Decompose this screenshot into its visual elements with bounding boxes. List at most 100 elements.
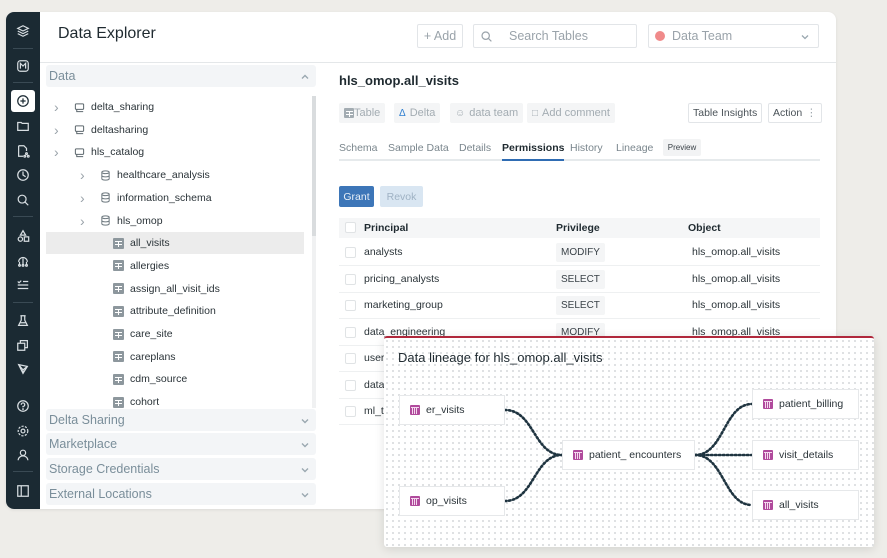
section-external-locations[interactable]: External Locations [46, 483, 316, 505]
network-icon[interactable] [11, 250, 35, 272]
section-delta-sharing[interactable]: Delta Sharing [46, 409, 316, 431]
chevron-right-icon[interactable]: › [54, 99, 62, 115]
m-badge-icon[interactable] [11, 55, 35, 77]
chip-label: Table [354, 107, 381, 119]
chevron-right-icon[interactable]: › [80, 167, 88, 183]
tree-item-table[interactable]: attribute_definition [46, 300, 304, 322]
tab-details[interactable]: Details [459, 142, 491, 154]
lineage-node-er-visits[interactable]: er_visits [399, 395, 505, 425]
plus-circle-icon[interactable] [11, 90, 35, 112]
tab-schema[interactable]: Schema [339, 142, 378, 154]
grant-button[interactable]: Grant [339, 186, 374, 207]
section-storage-credentials[interactable]: Storage Credentials [46, 458, 316, 480]
tree-item-label: attribute_definition [130, 305, 216, 318]
database-icon [100, 215, 111, 226]
select-all-checkbox[interactable] [345, 222, 356, 233]
tree-item-label: care_site [130, 328, 173, 340]
tree-item-table[interactable]: assign_all_visit_ids [46, 278, 304, 300]
section-label: Marketplace [49, 437, 118, 451]
row-checkbox[interactable] [345, 300, 356, 311]
tree-item-catalog[interactable]: › deltasharing [46, 119, 304, 141]
checklist-icon[interactable] [11, 274, 35, 296]
column-object: Object [688, 222, 721, 234]
section-data-header[interactable]: Data [46, 65, 316, 87]
row-checkbox[interactable] [345, 247, 356, 258]
search-icon [481, 30, 492, 42]
row-checkbox[interactable] [345, 326, 356, 338]
logo-stack-icon[interactable] [11, 20, 35, 42]
rail-divider [13, 82, 33, 83]
user-icon[interactable] [11, 444, 35, 466]
row-checkbox[interactable] [345, 353, 356, 364]
clock-icon[interactable] [11, 164, 35, 186]
search-tables-input[interactable]: Search Tables [473, 24, 637, 48]
workspace-select[interactable]: Data Team [648, 24, 819, 48]
table-insights-button[interactable]: Table Insights [688, 103, 763, 123]
sidebar-toggle-icon[interactable] [11, 480, 35, 502]
table-icon [113, 396, 124, 408]
folder-icon[interactable] [11, 115, 35, 137]
row-checkbox[interactable] [345, 273, 356, 285]
scrollbar-thumb[interactable] [312, 96, 316, 236]
action-menu-button[interactable]: Action ⋮ [768, 103, 822, 123]
permissions-table-header: Principal Privilege Object [339, 218, 820, 238]
tab-lineage[interactable]: Lineage [616, 142, 653, 154]
user-icon: ☺ [455, 107, 466, 119]
node-label: patient_billing [779, 398, 844, 410]
tree-item-table[interactable]: care_site [46, 323, 304, 345]
column-principal: Principal [364, 222, 409, 234]
lineage-node-patient-encounters[interactable]: patient_ encounters [562, 440, 695, 470]
help-icon[interactable] [11, 395, 35, 417]
lineage-node-all-visits[interactable]: all_visits [752, 490, 859, 520]
tab-history[interactable]: History [570, 142, 603, 154]
search-icon[interactable] [11, 189, 35, 211]
chevron-down-icon [800, 31, 810, 41]
tree-item-schema[interactable]: › healthcare_analysis [46, 164, 304, 186]
lineage-node-patient-billing[interactable]: patient_billing [752, 389, 859, 419]
tab-permissions[interactable]: Permissions [502, 142, 565, 161]
table-row[interactable]: marketing_group SELECT hls_omop.all_visits [339, 293, 820, 319]
lineage-node-visit-details[interactable]: visit_details [752, 440, 859, 470]
shapes-icon[interactable] [11, 225, 35, 247]
tree-item-label: hls_omop [117, 214, 163, 227]
tree-item-label: deltasharing [91, 123, 149, 136]
add-comment-button[interactable]: □ Add comment [527, 103, 615, 123]
copy-icon[interactable] [11, 334, 35, 356]
file-share-icon[interactable] [11, 140, 35, 162]
add-button[interactable]: + Add [417, 24, 463, 48]
tree-item-table[interactable]: allergies [46, 255, 304, 277]
tree-item-catalog[interactable]: › delta_sharing [46, 96, 304, 118]
section-label: Data [49, 69, 76, 83]
lineage-node-op-visits[interactable]: op_visits [399, 486, 505, 516]
tree-item-table[interactable]: cdm_source [46, 368, 304, 390]
chevron-right-icon[interactable]: › [80, 213, 88, 229]
tab-sample-data[interactable]: Sample Data [388, 142, 449, 154]
tree-scrollbar[interactable] [312, 96, 316, 408]
revoke-button[interactable]: Revok [380, 186, 423, 207]
row-checkbox[interactable] [345, 406, 356, 417]
chip-owner[interactable]: ☺ data team [450, 103, 524, 123]
tree-item-schema[interactable]: › hls_omop [46, 210, 304, 232]
chevron-right-icon[interactable]: › [54, 144, 62, 160]
graph-icon[interactable] [11, 358, 35, 380]
object-cell: hls_omop.all_visits [688, 246, 780, 261]
section-marketplace[interactable]: Marketplace [46, 433, 316, 455]
catalog-icon [74, 102, 85, 113]
flask-icon[interactable] [11, 310, 35, 332]
chevron-right-icon[interactable]: › [54, 122, 62, 138]
chevron-down-icon [300, 439, 310, 449]
chip-label: data team [469, 107, 519, 119]
tree-item-table[interactable]: all_visits [46, 232, 304, 255]
tree-item-table[interactable]: careplans [46, 346, 304, 368]
tree-item-catalog[interactable]: › hls_catalog [46, 141, 304, 163]
table-row[interactable]: pricing_analysts SELECT hls_omop.all_visit… [339, 267, 820, 293]
section-label: External Locations [49, 487, 152, 501]
tree-item-table[interactable]: cohort [46, 391, 304, 408]
tree-item-schema[interactable]: › information_schema [46, 187, 304, 209]
settings-icon[interactable] [11, 420, 35, 442]
table-row[interactable]: analysts MODIFY hls_omop.all_visits [339, 240, 820, 266]
detail-tabs: Schema Sample Data Details Permissions H… [339, 140, 820, 161]
edge-op-to-center [503, 453, 564, 503]
chevron-right-icon[interactable]: › [80, 190, 88, 206]
row-checkbox[interactable] [345, 379, 356, 391]
